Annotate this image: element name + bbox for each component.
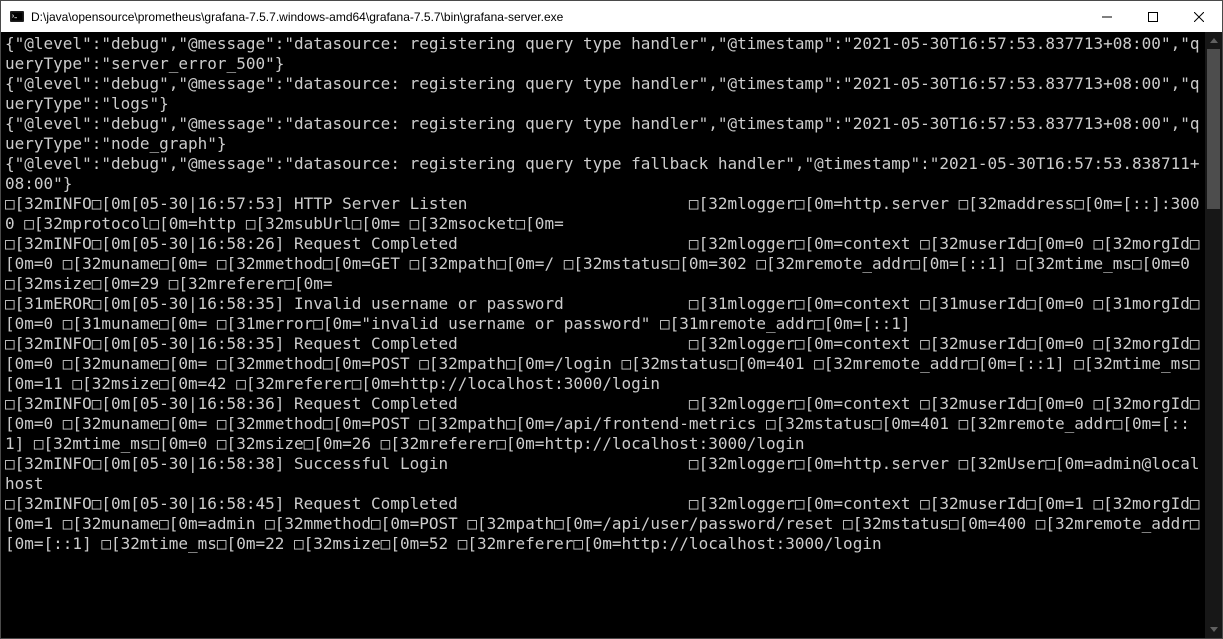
scroll-thumb[interactable] [1207, 49, 1220, 209]
app-window: D:\java\opensource\prometheus\grafana-7.… [0, 0, 1223, 639]
console-line: □[32mINFO□[0m[05-30|16:58:36] Request Co… [5, 394, 1203, 454]
console-line: □[32mINFO□[0m[05-30|16:58:38] Successful… [5, 454, 1203, 494]
console-area[interactable]: {"@level":"debug","@message":"datasource… [1, 32, 1222, 638]
window-title: D:\java\opensource\prometheus\grafana-7.… [31, 10, 563, 24]
console-line: □[32mINFO□[0m[05-30|16:58:35] Request Co… [5, 334, 1203, 394]
maximize-button[interactable] [1130, 1, 1176, 32]
titlebar[interactable]: D:\java\opensource\prometheus\grafana-7.… [1, 1, 1222, 32]
app-icon [9, 9, 25, 25]
close-button[interactable] [1176, 1, 1222, 32]
scroll-track[interactable] [1205, 49, 1222, 621]
minimize-button[interactable] [1084, 1, 1130, 32]
scrollbar[interactable] [1205, 32, 1222, 638]
scroll-down-icon[interactable] [1205, 621, 1222, 638]
console-line: {"@level":"debug","@message":"datasource… [5, 114, 1203, 154]
console-line: □[31mEROR□[0m[05-30|16:58:35] Invalid us… [5, 294, 1203, 334]
console-line: □[32mINFO□[0m[05-30|16:57:53] HTTP Serve… [5, 194, 1203, 234]
console-line: {"@level":"debug","@message":"datasource… [5, 34, 1203, 74]
window-controls [1084, 1, 1222, 32]
console-line: {"@level":"debug","@message":"datasource… [5, 154, 1203, 194]
console-line: □[32mINFO□[0m[05-30|16:58:45] Request Co… [5, 494, 1203, 554]
title-left: D:\java\opensource\prometheus\grafana-7.… [1, 9, 563, 25]
console-line: □[32mINFO□[0m[05-30|16:58:26] Request Co… [5, 234, 1203, 294]
console-line: {"@level":"debug","@message":"datasource… [5, 74, 1203, 114]
console-output: {"@level":"debug","@message":"datasource… [1, 32, 1203, 554]
scroll-up-icon[interactable] [1205, 32, 1222, 49]
